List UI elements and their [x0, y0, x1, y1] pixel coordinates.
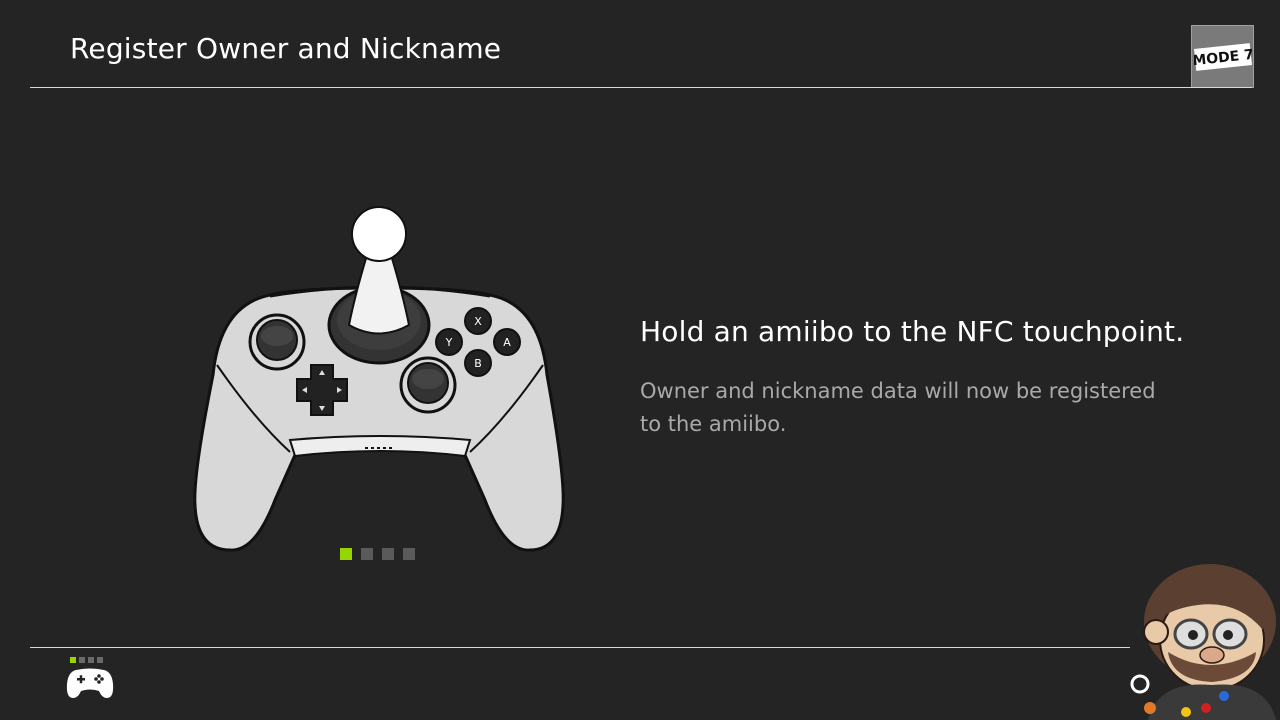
page-dot-3[interactable]	[382, 548, 394, 560]
page-indicator	[340, 548, 415, 560]
footer-controller-indicator	[66, 657, 116, 707]
pro-controller-icon	[66, 668, 114, 698]
page-dot-1[interactable]	[340, 548, 352, 560]
instruction-headline: Hold an amiibo to the NFC touchpoint.	[640, 315, 1185, 348]
page-dot-2[interactable]	[361, 548, 373, 560]
mode7-logo-icon: MODE 7	[1194, 42, 1252, 71]
streamer-avatar	[1130, 564, 1276, 720]
button-y-label: Y	[445, 336, 453, 349]
player-dot-1	[70, 657, 76, 663]
button-a-label: A	[503, 336, 511, 349]
player-indicator	[70, 657, 116, 663]
header-divider	[30, 87, 1252, 88]
button-x-label: X	[474, 315, 482, 328]
player-dot-4	[97, 657, 103, 663]
button-b-label: B	[474, 357, 482, 370]
page-title: Register Owner and Nickname	[70, 32, 502, 65]
footer-divider	[30, 647, 1130, 648]
pro-controller-illustration: X Y A B	[193, 206, 565, 552]
mode7-watermark: MODE 7	[1191, 25, 1254, 88]
instruction-description: Owner and nickname data will now be regi…	[640, 379, 1156, 436]
player-dot-2	[79, 657, 85, 663]
player-dot-3	[88, 657, 94, 663]
page-dot-4[interactable]	[403, 548, 415, 560]
